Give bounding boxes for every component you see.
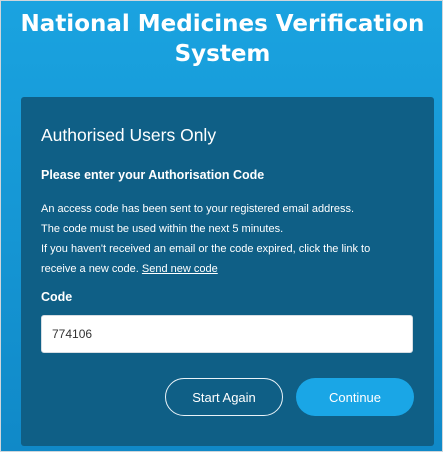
app-title-line1: National Medicines Verification [20, 11, 425, 37]
authorisation-card: Authorised Users Only Please enter your … [21, 97, 434, 446]
info-line-3: If you haven't received an email or the … [41, 243, 371, 255]
card-subheading: Please enter your Authorisation Code [41, 168, 265, 182]
start-again-button[interactable]: Start Again [165, 378, 283, 416]
card-heading: Authorised Users Only [41, 125, 217, 145]
info-line-4: receive a new code. Send new code [41, 259, 421, 279]
send-new-code-link[interactable]: Send new code [142, 263, 218, 275]
continue-button[interactable]: Continue [296, 378, 414, 416]
info-text: An access code has been sent to your reg… [41, 199, 421, 279]
app-title-line2: System [174, 41, 271, 67]
info-line-1: An access code has been sent to your reg… [41, 203, 355, 215]
info-line-4-text: receive a new code. [41, 263, 139, 275]
page-frame: National Medicines Verification System A… [0, 0, 443, 452]
app-title: National Medicines Verification System [1, 9, 442, 69]
info-line-2: The code must be used within the next 5 … [41, 223, 284, 235]
code-label: Code [41, 290, 73, 304]
code-input[interactable] [41, 315, 413, 353]
